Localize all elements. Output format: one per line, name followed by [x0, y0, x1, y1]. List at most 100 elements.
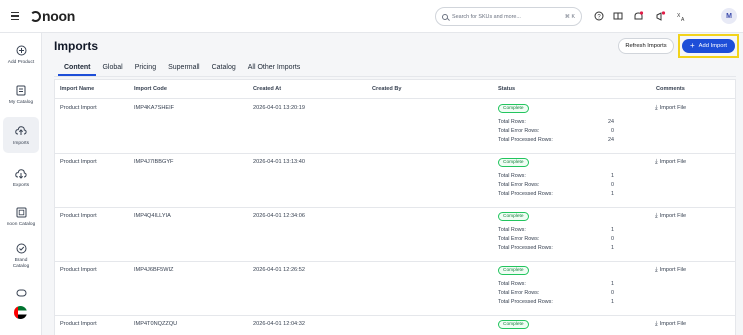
svg-text:A: A [681, 17, 685, 22]
import-name: Product Import [60, 159, 97, 165]
refresh-imports-button[interactable]: Refresh Imports [618, 38, 674, 54]
table-row: Product Import IMP4J7IBBGYF 2026-04-01 1… [55, 153, 735, 207]
sidebar-item-exports[interactable]: Exports [0, 166, 42, 189]
total-processed-rows-value: 1 [611, 191, 614, 197]
page-title: Imports [54, 39, 99, 53]
add-import-highlight: + Add Import [678, 34, 739, 58]
total-processed-rows-value: 1 [611, 299, 614, 305]
status-badge: Complete [498, 212, 529, 221]
total-rows-label: Total Rows: [498, 281, 526, 287]
status-badge: Complete [498, 266, 529, 275]
total-rows-label: Total Rows: [498, 173, 526, 179]
add-import-button[interactable]: + Add Import [682, 39, 735, 53]
created-at: 2026-04-01 13:20:19 [253, 105, 305, 111]
import-file-link[interactable]: ⤓ Import File [655, 159, 686, 166]
total-processed-rows-value: 1 [611, 245, 614, 251]
add-import-label: Add Import [698, 43, 728, 49]
announcements-icon[interactable] [653, 9, 667, 23]
sidebar-item-more[interactable] [0, 286, 42, 300]
plus-circle-icon [14, 43, 28, 57]
column-header-status: Status [498, 86, 516, 92]
top-bar: noon Search for SKUs and more... ⌘ K ? X… [0, 0, 743, 33]
import-code: IMP4Q4ILLYIA [134, 213, 171, 219]
table-row: Product Import IMP4T0NQZZQU 2026-04-01 1… [55, 315, 735, 335]
import-code: IMP4J6BF5WIZ [134, 267, 174, 273]
catalog-icon [14, 83, 28, 97]
sidebar-item-label: Imports [13, 140, 29, 146]
column-header-created-at: Created At [253, 86, 282, 92]
logo-text: noon [42, 8, 76, 24]
sidebar: Add Product My Catalog Imports Exports n… [0, 33, 42, 335]
import-name: Product Import [60, 213, 97, 219]
sidebar-item-imports[interactable]: Imports [3, 117, 39, 153]
import-code: IMP4T0NQZZQU [134, 321, 178, 327]
total-error-rows-label: Total Error Rows: [498, 182, 540, 188]
brand-catalog-icon [14, 241, 28, 255]
column-header-created-by: Created By [372, 86, 402, 92]
total-error-rows-value: 0 [611, 236, 614, 242]
import-file-label: Import File [659, 105, 687, 111]
import-file-link[interactable]: ⤓ Import File [655, 321, 686, 328]
created-at: 2026-04-01 12:04:32 [253, 321, 305, 327]
total-rows-value: 1 [611, 227, 614, 233]
tab-pricing[interactable]: Pricing [129, 62, 162, 76]
book-icon[interactable] [611, 9, 625, 23]
table-row: Product Import IMP4J6BF5WIZ 2026-04-01 1… [55, 261, 735, 315]
tab-content[interactable]: Content [58, 62, 97, 76]
tab-catalog[interactable]: Catalog [206, 62, 242, 76]
total-processed-rows-label: Total Processed Rows: [498, 245, 553, 251]
download-icon: ⤓ [655, 321, 658, 327]
import-name: Product Import [60, 267, 97, 273]
total-rows-label: Total Rows: [498, 119, 526, 125]
import-code: IMP4J7IBBGYF [134, 159, 174, 165]
sidebar-item-noon-catalog[interactable]: noon Catalog [0, 205, 42, 228]
sidebar-item-brand-catalog[interactable]: Brand Catalog [0, 241, 42, 270]
import-file-label: Import File [659, 267, 687, 273]
sidebar-item-my-catalog[interactable]: My Catalog [0, 83, 42, 106]
import-tabs: Content Global Pricing Supermall Catalog… [58, 62, 306, 76]
search-input[interactable]: Search for SKUs and more... ⌘ K [435, 7, 582, 26]
noon-logo[interactable]: noon [30, 8, 75, 24]
status-badge: Complete [498, 158, 529, 167]
sidebar-item-label: My Catalog [8, 100, 34, 105]
import-file-link[interactable]: ⤓ Import File [655, 105, 686, 112]
table-row: Product Import IMP4KA7SHEIF 2026-04-01 1… [55, 99, 735, 153]
imports-table: Import Name Import Code Created At Creat… [54, 79, 736, 335]
cloud-download-icon [14, 166, 28, 180]
notifications-icon[interactable] [631, 9, 645, 23]
total-error-rows-label: Total Error Rows: [498, 236, 540, 242]
total-error-rows-value: 0 [611, 290, 614, 296]
total-error-rows-value: 0 [611, 182, 614, 188]
tab-all-other-imports[interactable]: All Other Imports [242, 62, 307, 76]
import-file-link[interactable]: ⤓ Import File [655, 267, 686, 274]
status-badge: Complete [498, 104, 529, 113]
sidebar-item-add-product[interactable]: Add Product [0, 43, 42, 66]
import-file-link[interactable]: ⤓ Import File [655, 213, 686, 220]
sidebar-item-label: Add Product [7, 60, 35, 65]
hamburger-menu-icon[interactable] [6, 7, 24, 25]
search-shortcut: ⌘ K [564, 13, 575, 20]
tab-supermall[interactable]: Supermall [162, 62, 206, 76]
avatar[interactable]: M [721, 8, 737, 24]
cloud-upload-icon [14, 124, 28, 138]
total-processed-rows-label: Total Processed Rows: [498, 191, 553, 197]
import-file-label: Import File [659, 159, 687, 165]
search-placeholder: Search for SKUs and more... [452, 13, 521, 20]
download-icon: ⤓ [655, 159, 658, 165]
import-file-label: Import File [659, 213, 687, 219]
total-rows-label: Total Rows: [498, 227, 526, 233]
uae-flag-icon[interactable] [14, 306, 27, 319]
noon-catalog-icon [14, 205, 28, 219]
logo-swirl-icon [30, 10, 41, 22]
created-at: 2026-04-01 12:34:06 [253, 213, 305, 219]
column-header-comments: Comments [656, 86, 685, 92]
sidebar-item-label: noon Catalog [6, 222, 36, 227]
column-header-import-name: Import Name [60, 86, 95, 92]
plus-icon: + [689, 41, 695, 50]
download-icon: ⤓ [655, 105, 658, 111]
total-rows-value: 24 [608, 119, 614, 125]
tab-global[interactable]: Global [96, 62, 128, 76]
help-icon[interactable]: ? [592, 9, 606, 23]
language-icon[interactable]: XA [674, 9, 688, 23]
total-rows-value: 1 [611, 281, 614, 287]
